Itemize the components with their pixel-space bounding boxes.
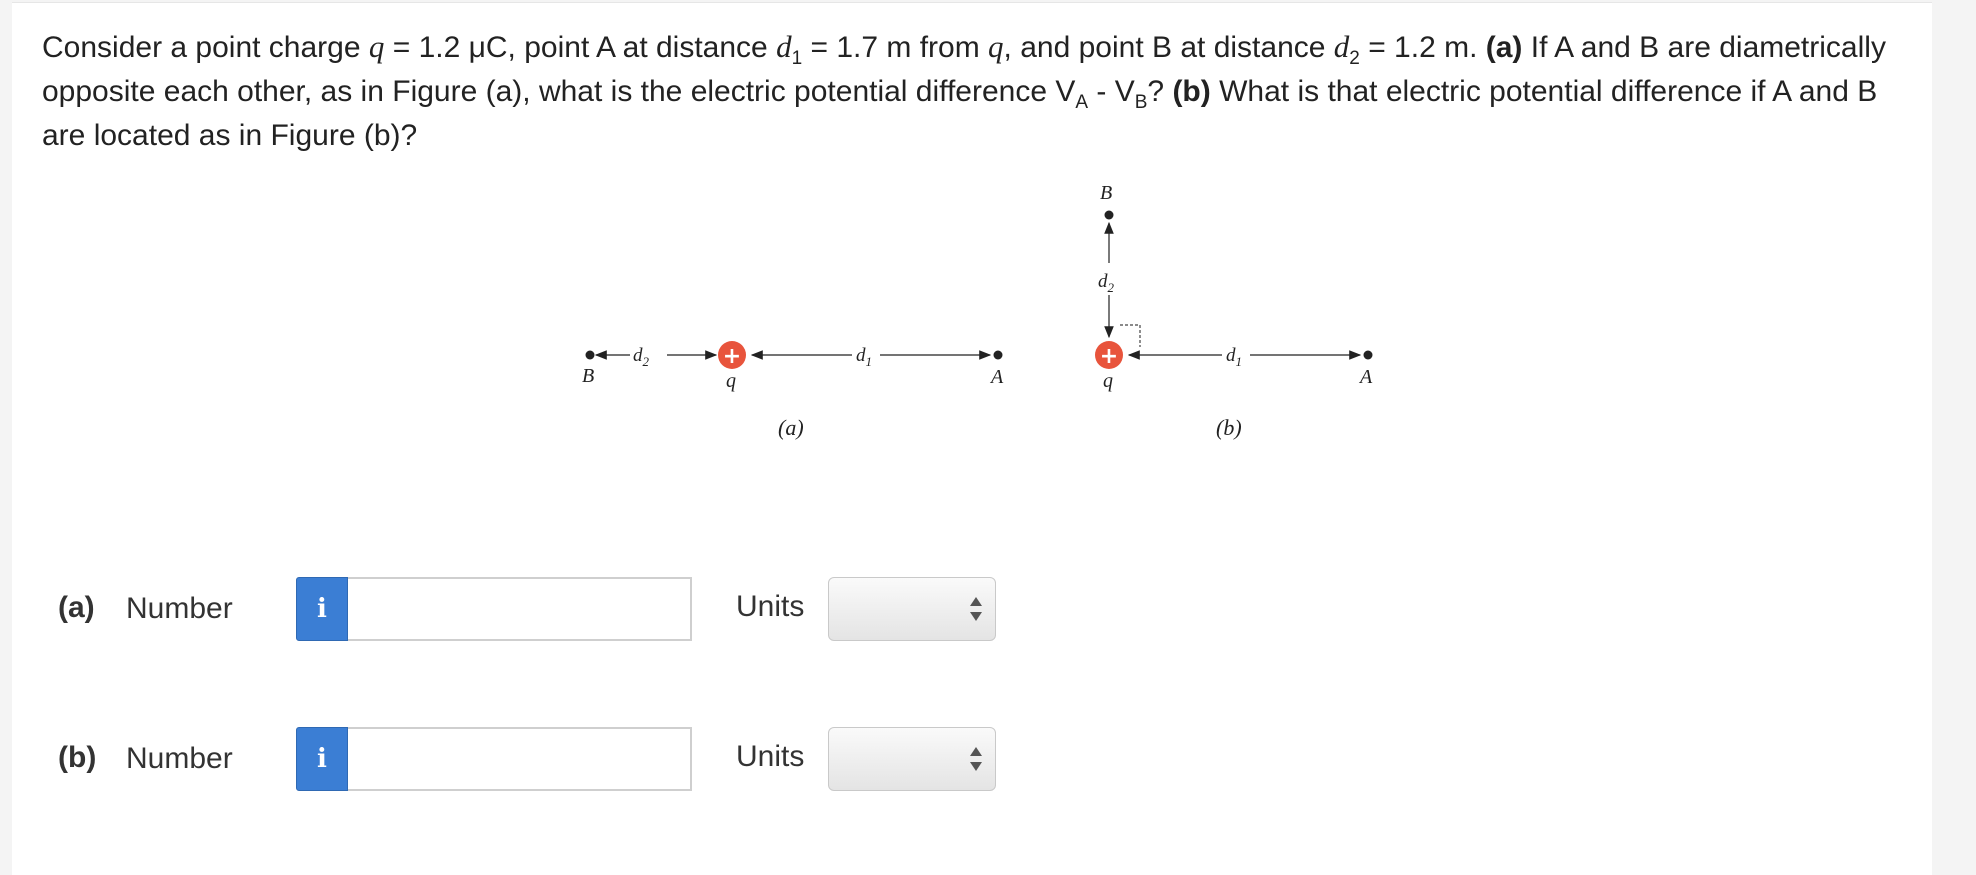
units-select[interactable]	[828, 727, 996, 791]
info-icon[interactable]: i	[296, 727, 348, 791]
number-label: Number	[126, 742, 233, 775]
updown-arrows-icon	[970, 597, 982, 621]
number-input[interactable]	[348, 727, 692, 791]
charge-figure: B d2 + q d1 A (a) B d2 + q d1 A (b)	[582, 182, 1373, 440]
label-q: q	[1103, 370, 1113, 392]
number-label: Number	[126, 592, 233, 625]
caption-a: (a)	[778, 415, 804, 440]
charge-sign: +	[1100, 344, 1118, 369]
info-icon-glyph: i	[317, 744, 327, 774]
label-q: q	[726, 370, 736, 392]
point-a-dot	[993, 350, 1003, 360]
number-input[interactable]	[348, 577, 692, 641]
label-a: A	[1358, 366, 1373, 388]
question-panel: Consider a point charge q = 1.2 μC, poin…	[12, 2, 1932, 875]
units-label: Units	[736, 590, 805, 623]
units-select[interactable]	[828, 577, 996, 641]
label-d1: d1	[1226, 345, 1242, 369]
part-label: (a)	[58, 591, 95, 624]
label-d2: d2	[1098, 271, 1115, 295]
label-d1: d1	[856, 345, 872, 369]
point-a-dot	[1363, 350, 1373, 360]
figure-a: B d2 + q d1 A (a)	[582, 341, 1004, 440]
right-angle-mark	[1120, 324, 1141, 347]
figure-b: B d2 + q d1 A (b)	[1095, 182, 1373, 440]
units-label: Units	[736, 740, 805, 773]
part-label: (b)	[58, 741, 97, 774]
point-b-dot	[585, 350, 595, 360]
label-d2: d2	[633, 345, 650, 369]
label-b: B	[1100, 182, 1112, 204]
info-icon[interactable]: i	[296, 577, 348, 641]
label-a: A	[989, 366, 1004, 388]
updown-arrows-icon	[970, 747, 982, 771]
label-b: B	[582, 365, 594, 387]
charge-sign: +	[723, 344, 741, 369]
point-b-dot	[1104, 210, 1114, 220]
caption-b: (b)	[1216, 415, 1242, 440]
info-icon-glyph: i	[317, 594, 327, 624]
